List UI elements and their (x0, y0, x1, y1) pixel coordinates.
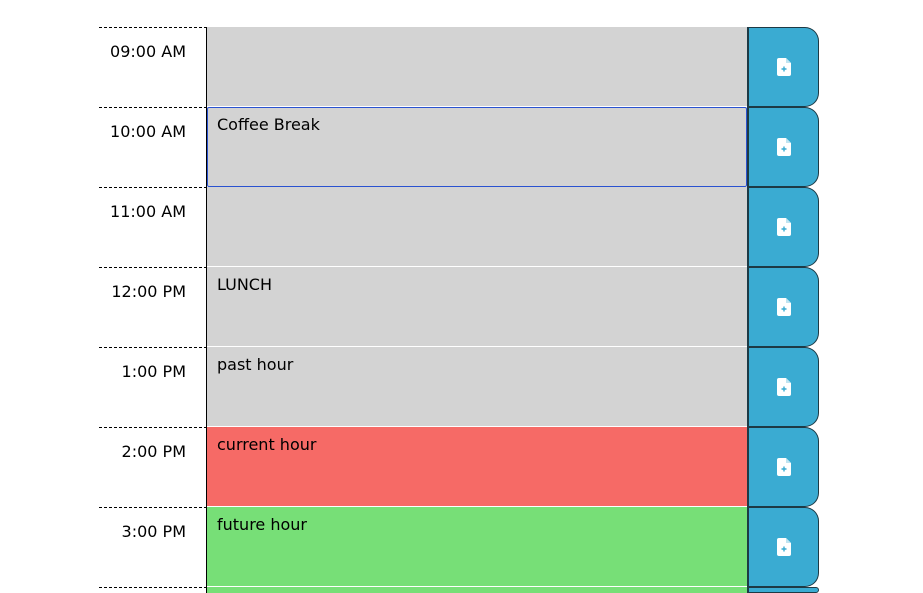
time-block-row: 11:00 AM (99, 187, 819, 267)
save-button[interactable] (747, 347, 819, 427)
hour-label: 09:00 AM (99, 27, 207, 107)
task-input[interactable]: past hour (207, 347, 747, 427)
hour-label: 1:00 PM (99, 347, 207, 427)
time-block-row: 12:00 PM LUNCH (99, 267, 819, 347)
time-block-row: 10:00 AM Coffee Break (99, 107, 819, 187)
task-input[interactable] (207, 587, 747, 593)
hour-label (99, 587, 207, 593)
day-planner: 09:00 AM 10:00 AM Coffee Break 11:00 AM … (99, 27, 819, 593)
save-button[interactable] (747, 507, 819, 587)
file-plus-icon (776, 138, 791, 156)
time-block-row: 2:00 PM current hour (99, 427, 819, 507)
time-block-row: 1:00 PM past hour (99, 347, 819, 427)
file-plus-icon (776, 58, 791, 76)
file-plus-icon (776, 538, 791, 556)
hour-label: 12:00 PM (99, 267, 207, 347)
file-plus-icon (776, 378, 791, 396)
time-block-row: 3:00 PM future hour (99, 507, 819, 587)
file-plus-icon (776, 458, 791, 476)
file-plus-icon (776, 298, 791, 316)
hour-label: 3:00 PM (99, 507, 207, 587)
save-button[interactable] (747, 187, 819, 267)
task-input[interactable]: Coffee Break (207, 107, 747, 187)
task-input[interactable]: current hour (207, 427, 747, 507)
time-block-row (99, 587, 819, 593)
save-button[interactable] (747, 587, 819, 593)
file-plus-icon (776, 218, 791, 236)
save-button[interactable] (747, 27, 819, 107)
hour-label: 10:00 AM (99, 107, 207, 187)
task-input[interactable] (207, 27, 747, 107)
save-button[interactable] (747, 427, 819, 507)
save-button[interactable] (747, 267, 819, 347)
hour-label: 11:00 AM (99, 187, 207, 267)
task-input[interactable] (207, 187, 747, 267)
hour-label: 2:00 PM (99, 427, 207, 507)
task-input[interactable]: LUNCH (207, 267, 747, 347)
time-block-row: 09:00 AM (99, 27, 819, 107)
task-input[interactable]: future hour (207, 507, 747, 587)
save-button[interactable] (747, 107, 819, 187)
